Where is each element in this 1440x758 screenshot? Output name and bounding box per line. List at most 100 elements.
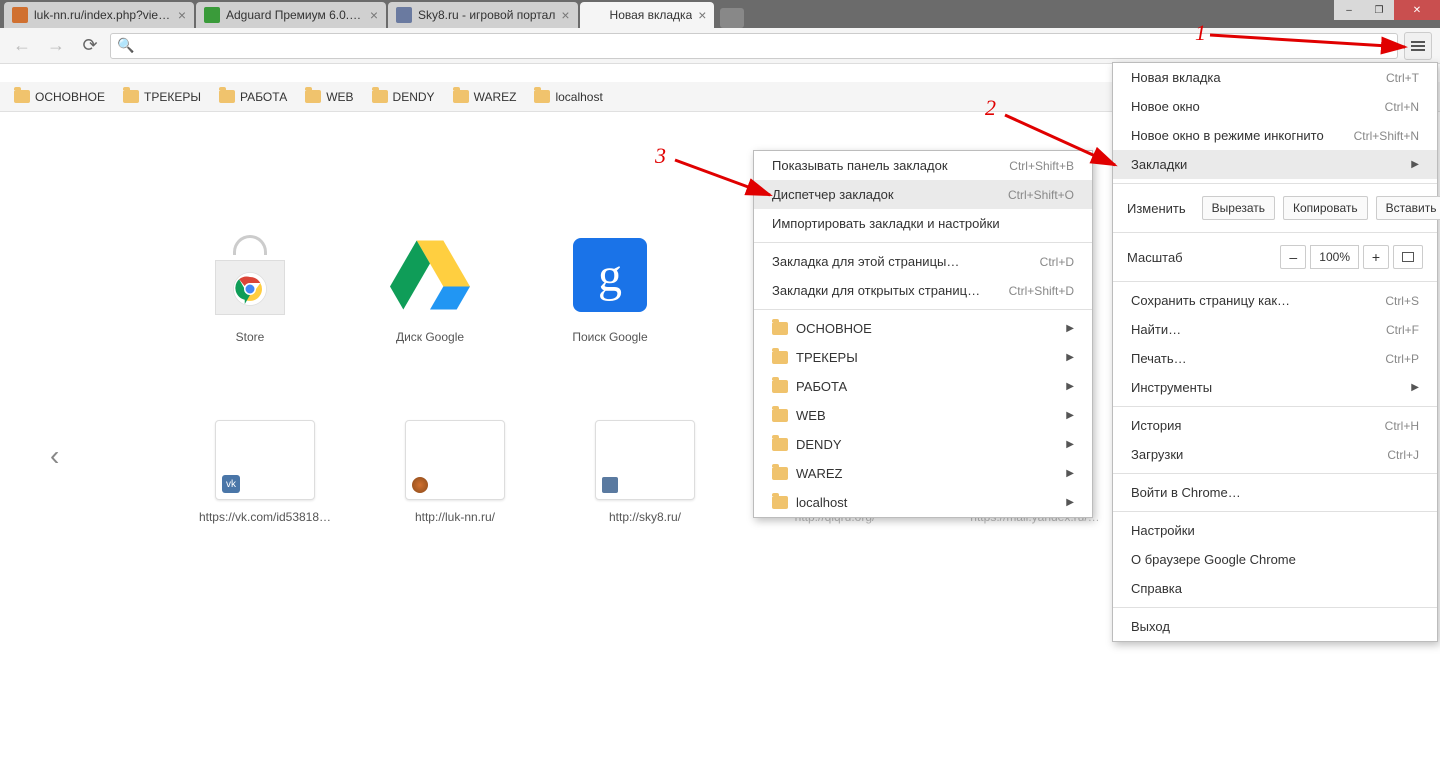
folder-icon [305, 90, 321, 103]
ntp-tile-google-search[interactable]: g Поиск Google [560, 230, 660, 344]
bookmark-folder[interactable]: ОСНОВНОЕ [14, 90, 105, 104]
submenu-folder[interactable]: WAREZ▶ [754, 459, 1092, 488]
zoom-label: Масштаб [1127, 250, 1183, 265]
bookmark-folder[interactable]: WEB [305, 90, 353, 104]
submenu-bookmark-manager[interactable]: Диспетчер закладокCtrl+Shift+O [754, 180, 1092, 209]
menu-signin[interactable]: Войти в Chrome… [1113, 478, 1437, 507]
ntp-recent-tile[interactable]: http://luk-nn.ru/ [390, 420, 520, 524]
zoom-in-button[interactable]: + [1363, 245, 1389, 269]
folder-icon [14, 90, 30, 103]
edit-label: Изменить [1127, 201, 1186, 216]
google-drive-icon [390, 240, 470, 310]
browser-tab[interactable]: luk-nn.ru/index.php?view… × [4, 2, 194, 28]
folder-icon [219, 90, 235, 103]
reload-button[interactable]: ⟳ [76, 32, 104, 60]
chevron-right-icon: ▶ [1066, 468, 1074, 479]
ntp-prev-arrow[interactable]: ‹ [50, 440, 59, 472]
submenu-folder[interactable]: ТРЕКЕРЫ▶ [754, 343, 1092, 372]
new-tab-button[interactable] [720, 8, 744, 28]
hamburger-icon [1411, 41, 1425, 51]
menu-new-tab[interactable]: Новая вкладкаCtrl+T [1113, 63, 1437, 92]
submenu-show-bookmarks-bar[interactable]: Показывать панель закладокCtrl+Shift+B [754, 151, 1092, 180]
submenu-bookmark-this-page[interactable]: Закладка для этой страницы…Ctrl+D [754, 247, 1092, 276]
menu-separator [754, 242, 1092, 243]
window-minimize-button[interactable]: – [1334, 0, 1364, 20]
menu-downloads[interactable]: ЗагрузкиCtrl+J [1113, 440, 1437, 469]
submenu-folder[interactable]: DENDY▶ [754, 430, 1092, 459]
bookmark-folder[interactable]: DENDY [372, 90, 435, 104]
submenu-folder[interactable]: ОСНОВНОЕ▶ [754, 314, 1092, 343]
bookmark-folder[interactable]: localhost [534, 90, 602, 104]
tab-close-icon[interactable]: × [370, 7, 378, 23]
favicon-icon [396, 7, 412, 23]
paste-button[interactable]: Вставить [1376, 196, 1440, 220]
fullscreen-icon [1402, 252, 1414, 262]
folder-icon [372, 90, 388, 103]
menu-separator [1113, 183, 1437, 184]
window-close-button[interactable]: ✕ [1394, 0, 1440, 20]
menu-new-window[interactable]: Новое окноCtrl+N [1113, 92, 1437, 121]
navigation-toolbar: ← → ⟳ 🔍 [0, 28, 1440, 64]
bookmark-label: ОСНОВНОЕ [35, 90, 105, 104]
folder-icon [772, 351, 788, 364]
menu-settings[interactable]: Настройки [1113, 516, 1437, 545]
menu-find[interactable]: Найти…Ctrl+F [1113, 315, 1437, 344]
tab-label: Новая вкладка [610, 8, 693, 22]
menu-about[interactable]: О браузере Google Chrome [1113, 545, 1437, 574]
fullscreen-button[interactable] [1393, 245, 1423, 269]
zoom-value: 100% [1310, 245, 1359, 269]
submenu-folder[interactable]: РАБОТА▶ [754, 372, 1092, 401]
bookmarks-submenu: Показывать панель закладокCtrl+Shift+B Д… [753, 150, 1093, 518]
menu-help[interactable]: Справка [1113, 574, 1437, 603]
chrome-menu-button[interactable] [1404, 32, 1432, 60]
omnibox[interactable]: 🔍 [110, 33, 1398, 59]
omnibox-input[interactable] [140, 38, 1391, 53]
submenu-folder[interactable]: localhost▶ [754, 488, 1092, 517]
submenu-bookmark-open-pages[interactable]: Закладки для открытых страниц…Ctrl+Shift… [754, 276, 1092, 305]
zoom-out-button[interactable]: – [1280, 245, 1306, 269]
copy-button[interactable]: Копировать [1283, 196, 1368, 220]
forward-button[interactable]: → [42, 32, 70, 60]
tile-caption: Диск Google [396, 330, 464, 344]
bookmark-label: WAREZ [474, 90, 517, 104]
ntp-tile-store[interactable]: Store [200, 230, 300, 344]
site-icon [412, 477, 428, 493]
tile-caption: Поиск Google [572, 330, 647, 344]
window-maximize-button[interactable]: ❐ [1364, 0, 1394, 20]
browser-tab-active[interactable]: Новая вкладка × [580, 2, 715, 28]
browser-tab[interactable]: Adguard Премиум 6.0.22… × [196, 2, 386, 28]
chrome-store-icon [215, 235, 285, 315]
menu-print[interactable]: Печать…Ctrl+P [1113, 344, 1437, 373]
bookmark-folder[interactable]: ТРЕКЕРЫ [123, 90, 201, 104]
menu-tools[interactable]: Инструменты▶ [1113, 373, 1437, 402]
folder-icon [772, 409, 788, 422]
menu-edit-row: Изменить Вырезать Копировать Вставить [1113, 188, 1437, 228]
menu-incognito[interactable]: Новое окно в режиме инкогнитоCtrl+Shift+… [1113, 121, 1437, 150]
chevron-right-icon: ▶ [1066, 439, 1074, 450]
tile-caption: http://sky8.ru/ [609, 510, 681, 524]
tile-caption: https://vk.com/id53818… [199, 510, 331, 524]
site-icon [602, 477, 618, 493]
ntp-recent-tile[interactable]: vk https://vk.com/id53818… [200, 420, 330, 524]
menu-separator [1113, 281, 1437, 282]
bookmark-folder[interactable]: РАБОТА [219, 90, 287, 104]
menu-bookmarks[interactable]: Закладки▶ [1113, 150, 1437, 179]
ntp-tile-drive[interactable]: Диск Google [380, 230, 480, 344]
back-button[interactable]: ← [8, 32, 36, 60]
submenu-import-bookmarks[interactable]: Импортировать закладки и настройки [754, 209, 1092, 238]
chevron-right-icon: ▶ [1066, 497, 1074, 508]
annotation-number-3: 3 [655, 143, 666, 169]
submenu-folder[interactable]: WEB▶ [754, 401, 1092, 430]
menu-save-as[interactable]: Сохранить страницу как…Ctrl+S [1113, 286, 1437, 315]
tab-close-icon[interactable]: × [698, 7, 706, 23]
tab-close-icon[interactable]: × [178, 7, 186, 23]
menu-exit[interactable]: Выход [1113, 612, 1437, 641]
browser-tab[interactable]: Sky8.ru - игровой портал × [388, 2, 578, 28]
folder-icon [453, 90, 469, 103]
ntp-recent-tile[interactable]: http://sky8.ru/ [580, 420, 710, 524]
menu-history[interactable]: ИсторияCtrl+H [1113, 411, 1437, 440]
cut-button[interactable]: Вырезать [1202, 196, 1275, 220]
bookmark-folder[interactable]: WAREZ [453, 90, 517, 104]
menu-zoom-row: Масштаб – 100% + [1113, 237, 1437, 277]
tab-close-icon[interactable]: × [561, 7, 569, 23]
